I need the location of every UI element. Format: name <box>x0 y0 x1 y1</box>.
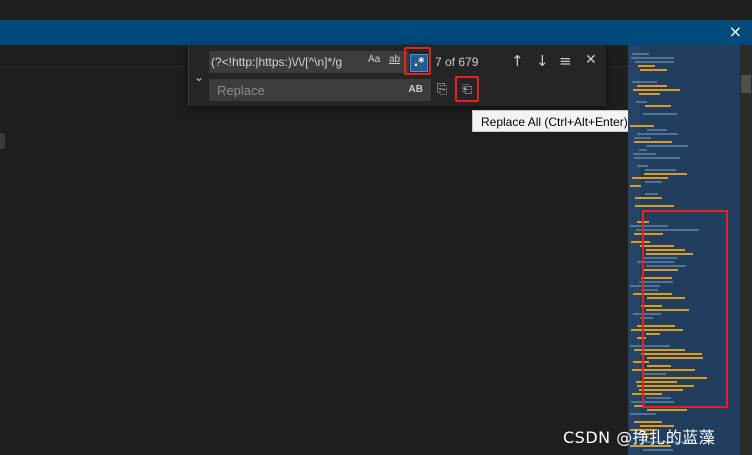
previous-match-arrow-icon[interactable]: ↑ <box>511 52 524 70</box>
match-count: 7 of 679 <box>435 55 479 69</box>
annotation-highlight-regex <box>404 47 431 75</box>
vertical-scrollbar[interactable] <box>740 45 752 455</box>
minimap-line <box>634 137 651 139</box>
minimap-line <box>634 421 662 423</box>
minimap-line <box>647 129 667 131</box>
minimap-line <box>637 85 667 87</box>
minimap-line <box>634 157 680 159</box>
find-in-selection-icon[interactable]: ≡ <box>559 52 572 70</box>
minimap-line <box>645 193 658 195</box>
minimap-line <box>635 61 674 63</box>
whole-word-button[interactable]: ab <box>389 54 400 65</box>
minimap-line <box>645 105 671 107</box>
annotation-highlight-replace-all <box>455 76 479 102</box>
scrollbar-thumb[interactable] <box>741 75 751 93</box>
minimap-line <box>633 153 656 155</box>
minimap-line <box>647 409 687 411</box>
replace-input-placeholder: Replace <box>217 83 265 98</box>
find-replace-widget: ⌄ (?<!http:|https:)\/\/[^\n]*/g Aa ab .*… <box>188 45 606 106</box>
minimap-line <box>645 181 662 183</box>
close-notification-button[interactable]: × <box>729 23 742 41</box>
minimap-line <box>644 173 687 175</box>
minimap-line <box>635 197 662 199</box>
minimap-line <box>639 149 647 151</box>
title-bar <box>0 0 752 20</box>
replace-one-icon[interactable]: ⎘ <box>437 82 447 97</box>
notification-bar: × <box>0 20 752 45</box>
minimap-line <box>632 53 649 55</box>
minimap-line <box>636 101 647 103</box>
minimap-line <box>632 177 668 179</box>
minimap-line <box>643 113 677 115</box>
minimap-line <box>643 449 673 451</box>
minimap-line <box>630 125 654 127</box>
annotation-highlight-minimap <box>642 210 728 408</box>
toggle-replace-chevron-icon[interactable]: ⌄ <box>194 70 204 84</box>
minimap-line <box>640 69 667 71</box>
minimap-line <box>634 141 672 143</box>
find-input-value: (?<!http:|https:)\/\/[^\n]*/g <box>211 55 343 69</box>
minimap-line <box>638 65 655 67</box>
match-case-button[interactable]: Aa <box>368 54 380 65</box>
minimap-line <box>631 57 674 59</box>
preserve-case-button[interactable]: AB <box>409 84 423 95</box>
find-input[interactable]: (?<!http:|https:)\/\/[^\n]*/g Aa ab <box>209 51 409 73</box>
minimap-line <box>633 89 680 91</box>
minimap-line <box>630 413 656 415</box>
next-match-arrow-icon[interactable]: ↓ <box>536 52 549 70</box>
gutter-marker <box>0 133 5 149</box>
minimap-line <box>646 145 688 147</box>
replace-all-tooltip: Replace All (Ctrl+Alt+Enter) <box>472 110 640 132</box>
minimap-line <box>635 205 674 207</box>
close-find-widget-icon[interactable]: ✕ <box>585 52 597 68</box>
minimap-line <box>645 169 676 171</box>
minimap-line <box>639 93 660 95</box>
minimap-line <box>637 165 648 167</box>
minimap-line <box>630 185 641 187</box>
watermark: CSDN @挣扎的蓝藻 <box>563 428 716 447</box>
editor-area[interactable] <box>0 45 628 455</box>
replace-input[interactable]: Replace AB <box>209 79 431 101</box>
minimap-line <box>637 133 678 135</box>
minimap-line <box>632 81 657 83</box>
